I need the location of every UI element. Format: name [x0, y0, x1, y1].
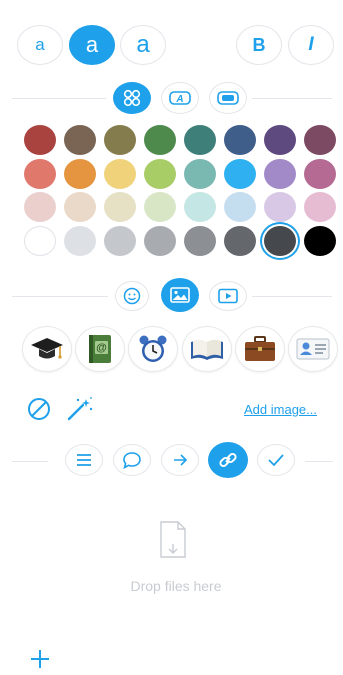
tab-text-color[interactable]: A	[161, 82, 199, 114]
italic-label: I	[308, 34, 314, 55]
color-swatch[interactable]	[104, 158, 136, 189]
address-book-icon: @	[89, 335, 111, 363]
item-alarm-clock[interactable]	[128, 326, 178, 372]
check-icon	[268, 454, 284, 467]
add-button[interactable]	[29, 648, 51, 670]
color-swatch[interactable]	[64, 125, 96, 155]
color-swatch[interactable]	[24, 158, 56, 189]
color-swatch[interactable]	[104, 225, 136, 256]
color-swatch[interactable]	[224, 125, 256, 155]
color-swatch[interactable]	[224, 192, 256, 222]
tab-emoji[interactable]	[115, 281, 149, 311]
color-swatch[interactable]	[24, 192, 56, 222]
tab-background-color[interactable]	[209, 82, 247, 114]
color-swatch[interactable]	[64, 158, 96, 189]
color-swatch[interactable]	[184, 225, 216, 256]
tab-image[interactable]	[161, 278, 199, 312]
bold-button[interactable]: B	[236, 25, 282, 65]
action-list[interactable]	[65, 444, 103, 476]
background-color-icon	[217, 91, 239, 105]
font-size-large-label: a	[136, 31, 150, 58]
item-id-card[interactable]	[288, 326, 338, 372]
color-swatch[interactable]	[144, 125, 176, 155]
font-size-small-label: a	[35, 35, 45, 54]
font-size-medium-label: a	[85, 32, 99, 57]
color-swatch[interactable]	[144, 225, 176, 256]
divider-line	[252, 98, 332, 99]
magic-wand-button[interactable]	[66, 396, 94, 422]
action-arrow[interactable]	[161, 444, 199, 476]
font-size-large-button[interactable]: a	[120, 25, 166, 65]
id-card-icon	[296, 338, 330, 360]
tab-video[interactable]	[209, 281, 247, 311]
color-swatch[interactable]	[304, 158, 336, 189]
action-check[interactable]	[257, 444, 295, 476]
font-size-medium-button[interactable]: a	[69, 25, 115, 65]
action-comment[interactable]	[113, 444, 151, 476]
no-image-button[interactable]	[26, 396, 52, 422]
alarm-clock-icon	[139, 335, 167, 362]
color-swatch[interactable]	[104, 125, 136, 155]
font-size-small-button[interactable]: a	[17, 25, 63, 65]
color-swatch[interactable]	[104, 192, 136, 222]
color-swatch[interactable]	[64, 225, 96, 256]
italic-button[interactable]: I	[288, 25, 334, 65]
smiley-icon	[123, 287, 141, 305]
briefcase-icon	[245, 336, 275, 361]
plus-icon	[31, 650, 49, 668]
divider-line	[305, 461, 333, 462]
no-image-icon	[28, 398, 50, 420]
open-book-icon	[191, 339, 223, 360]
drop-files-label: Drop files here	[130, 578, 222, 594]
color-swatch[interactable]	[64, 192, 96, 222]
video-icon	[218, 288, 238, 304]
divider-line	[12, 461, 48, 462]
magic-wand-icon	[67, 397, 93, 421]
color-swatch[interactable]	[24, 225, 56, 256]
color-swatch[interactable]	[304, 125, 336, 155]
item-open-book[interactable]	[182, 326, 232, 372]
item-graduation-cap[interactable]	[22, 326, 72, 372]
graduation-cap-icon	[31, 338, 63, 359]
divider-line	[12, 296, 108, 297]
arrow-right-icon	[174, 454, 188, 466]
color-swatch[interactable]	[304, 225, 336, 256]
svg-text:@: @	[96, 342, 107, 354]
color-swatch[interactable]	[224, 158, 256, 189]
file-upload-icon	[160, 521, 186, 558]
add-image-link[interactable]: Add image...	[244, 402, 317, 417]
svg-text:A: A	[175, 94, 183, 105]
color-swatch[interactable]	[304, 192, 336, 222]
color-swatch[interactable]	[184, 125, 216, 155]
tab-palette[interactable]	[113, 82, 151, 114]
color-swatch[interactable]	[184, 192, 216, 222]
divider-line	[12, 98, 106, 99]
link-icon	[219, 452, 237, 468]
palette-icon	[123, 89, 141, 107]
color-swatch[interactable]	[264, 158, 296, 189]
action-link[interactable]	[208, 442, 248, 478]
color-swatch[interactable]	[144, 192, 176, 222]
text-color-icon: A	[169, 91, 191, 105]
color-swatch[interactable]	[24, 125, 56, 155]
bold-label: B	[252, 34, 266, 55]
color-swatch[interactable]	[264, 125, 296, 155]
item-address-book[interactable]: @	[75, 326, 125, 372]
image-icon	[170, 287, 190, 303]
comment-icon	[123, 452, 141, 469]
color-swatch[interactable]	[144, 158, 176, 189]
item-briefcase[interactable]	[235, 326, 285, 372]
list-icon	[77, 454, 91, 466]
divider-line	[252, 296, 332, 297]
color-swatch[interactable]	[264, 225, 296, 256]
color-swatch[interactable]	[264, 192, 296, 222]
color-swatch[interactable]	[224, 225, 256, 256]
color-swatch[interactable]	[184, 158, 216, 189]
drop-zone[interactable]: Drop files here	[96, 510, 256, 610]
